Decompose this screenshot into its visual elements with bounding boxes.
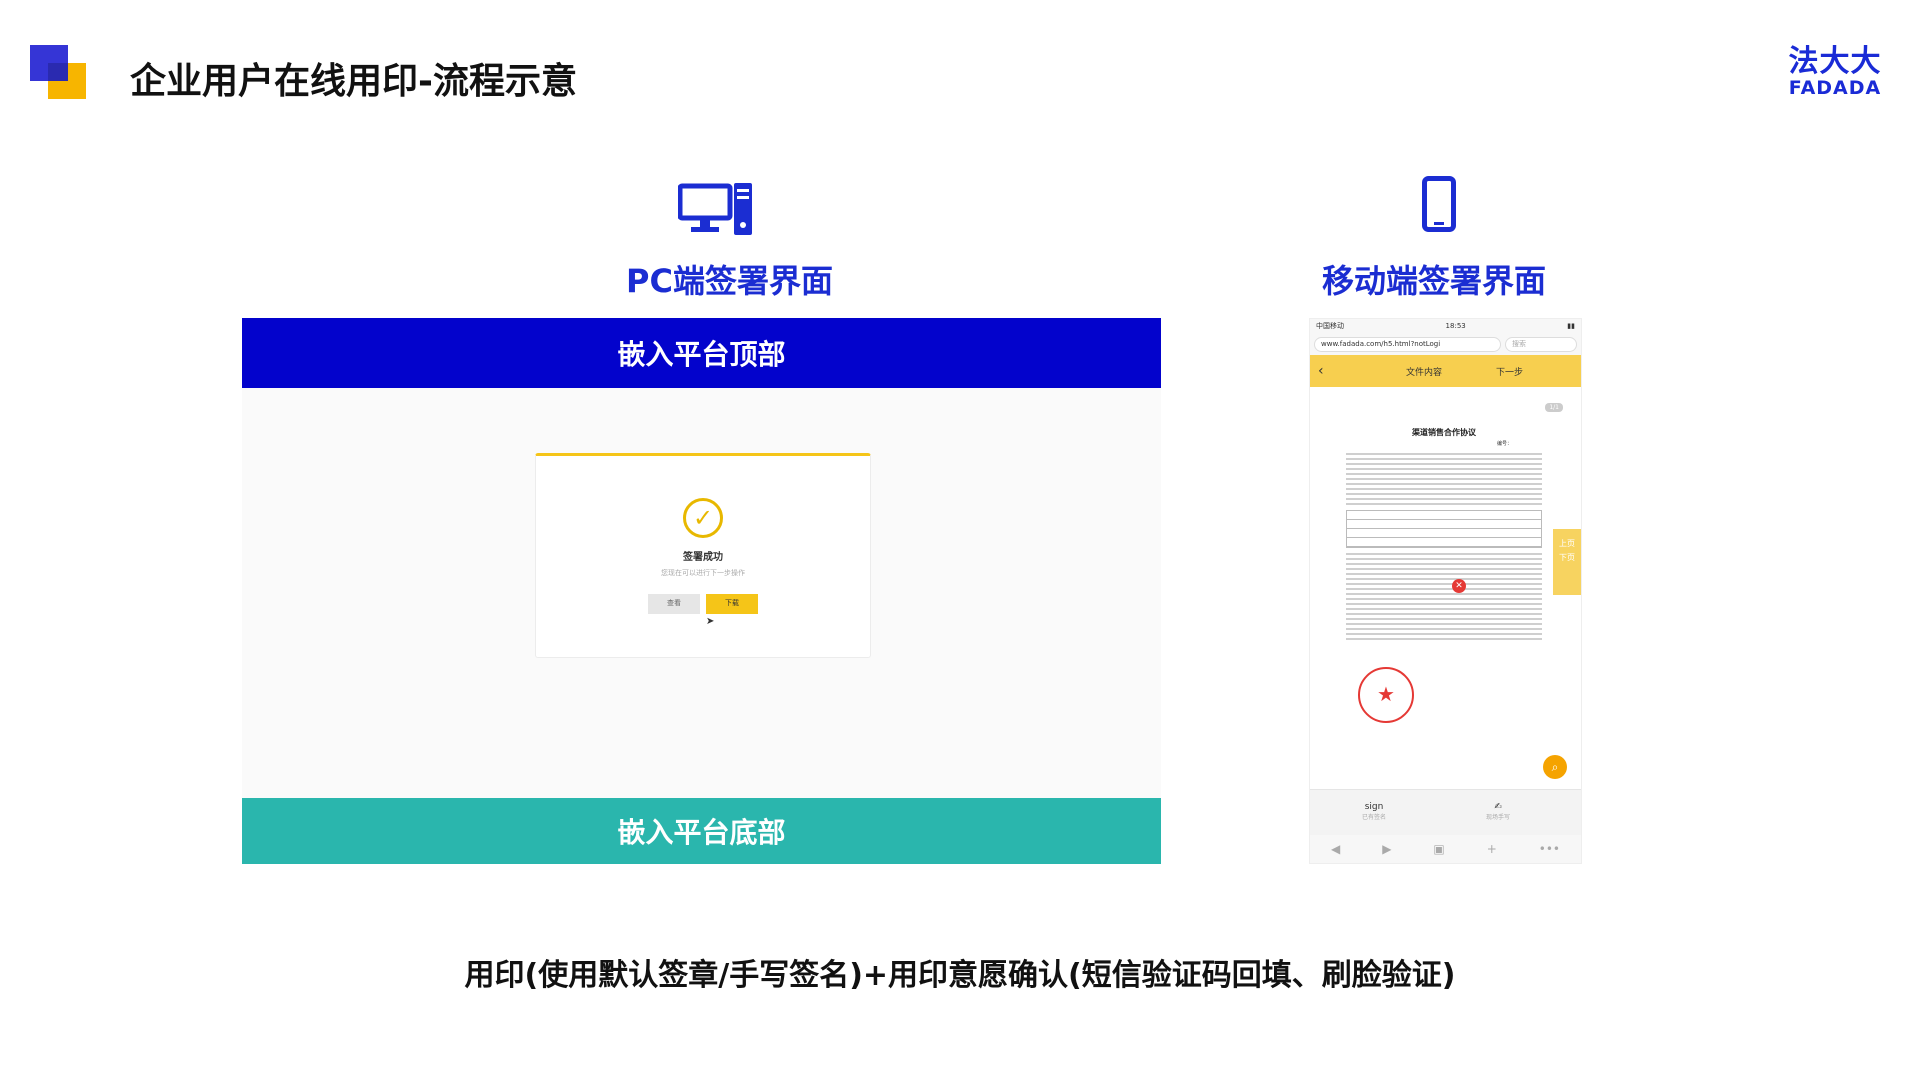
existing-signature-button[interactable]: sign 已有签名 bbox=[1362, 802, 1386, 821]
signing-success-dialog: ✓ 签署成功 您现在可以进行下一步操作 查看 下载 ➤ bbox=[535, 453, 871, 658]
browser-back-icon[interactable]: ◀ bbox=[1331, 842, 1340, 856]
mobile-phone-icon bbox=[1422, 176, 1456, 232]
browser-bottom-toolbar: ◀ ▶ ▣ + ••• bbox=[1310, 835, 1581, 863]
mobile-section-heading: 移动端签署界面 bbox=[1322, 262, 1547, 300]
embedded-platform-bottom-bar: 嵌入平台底部 bbox=[242, 798, 1161, 864]
view-button[interactable]: 查看 bbox=[648, 594, 700, 614]
pen-icon: ✍ bbox=[1494, 802, 1502, 812]
dialog-buttons: 查看 下载 bbox=[536, 594, 870, 614]
contract-document: 渠道销售合作协议 编号： ✕ ★ bbox=[1346, 427, 1542, 723]
brand-name-cn: 法大大 bbox=[1788, 44, 1882, 79]
carrier-label: 中国移动 bbox=[1316, 322, 1344, 330]
browser-url-bar: www.fadada.com/h5.html?notLogi 搜索 bbox=[1310, 333, 1581, 355]
tabs-icon[interactable]: ▣ bbox=[1433, 842, 1444, 856]
pc-section-heading: PC端签署界面 bbox=[626, 262, 833, 300]
embedded-platform-top-bar: 嵌入平台顶部 bbox=[242, 318, 1161, 388]
browser-forward-icon[interactable]: ▶ bbox=[1382, 842, 1391, 856]
mobile-signing-screen: 中国移动 18:53 ▮▮ www.fadada.com/h5.html?not… bbox=[1309, 318, 1582, 864]
process-caption: 用印(使用默认签章/手写签名)+用印意愿确认(短信验证码回填、刷脸验证) bbox=[464, 958, 1456, 993]
mobile-nav-bar: ‹ 文件内容 下一步 bbox=[1310, 355, 1581, 387]
handwrite-signature-button[interactable]: ✍ 现场手写 bbox=[1486, 802, 1510, 821]
signature-toolbar: sign 已有签名 ✍ 现场手写 bbox=[1310, 789, 1581, 837]
document-number-label: 编号： bbox=[1496, 441, 1512, 447]
battery-icon: ▮▮ bbox=[1567, 322, 1575, 330]
more-icon[interactable]: ••• bbox=[1539, 842, 1560, 856]
dialog-subtitle: 您现在可以进行下一步操作 bbox=[661, 569, 745, 577]
page-turn-tab[interactable]: 上页 下页 bbox=[1553, 529, 1581, 595]
document-title: 渠道销售合作协议 bbox=[1412, 428, 1476, 437]
pc-signing-screen: 嵌入平台顶部 ✓ 签署成功 您现在可以进行下一步操作 查看 下载 ➤ 嵌入平台底… bbox=[242, 318, 1161, 864]
url-field[interactable]: www.fadada.com/h5.html?notLogi bbox=[1314, 336, 1501, 352]
brand-logo: 法大大 FADADA bbox=[1785, 44, 1885, 99]
dialog-title: 签署成功 bbox=[683, 552, 723, 563]
nav-title: 文件内容 bbox=[1406, 367, 1443, 378]
check-circle-icon: ✓ bbox=[683, 498, 723, 538]
page-indicator: 1/1 bbox=[1545, 403, 1563, 412]
phone-status-bar: 中国移动 18:53 ▮▮ bbox=[1310, 319, 1581, 333]
remove-signature-icon[interactable]: ✕ bbox=[1452, 579, 1466, 593]
corner-logo-squares bbox=[30, 45, 90, 100]
add-icon[interactable]: + bbox=[1487, 842, 1497, 856]
document-table bbox=[1346, 510, 1542, 548]
next-step-button[interactable]: 下一步 bbox=[1496, 365, 1523, 378]
brand-name-en: FADADA bbox=[1788, 77, 1882, 99]
back-chevron-icon[interactable]: ‹ bbox=[1318, 363, 1324, 379]
existing-signature-label: 已有签名 bbox=[1362, 814, 1387, 821]
handwrite-label: 现场手写 bbox=[1486, 814, 1511, 821]
next-page-label[interactable]: 下页 bbox=[1553, 551, 1581, 565]
company-seal-stamp[interactable]: ★ bbox=[1358, 667, 1414, 723]
mouse-cursor-icon: ➤ bbox=[706, 616, 715, 627]
prev-page-label[interactable]: 上页 bbox=[1553, 537, 1581, 551]
sign-label: sign bbox=[1364, 802, 1384, 812]
status-time: 18:53 bbox=[1445, 322, 1466, 330]
page-title: 企业用户在线用印-流程示意 bbox=[130, 61, 577, 102]
desktop-computer-icon bbox=[678, 183, 752, 235]
zoom-magnifier-icon[interactable]: ⌕ bbox=[1543, 755, 1567, 779]
slide: 企业用户在线用印-流程示意 法大大 FADADA PC端签署界面 移动端签署界面… bbox=[0, 0, 1920, 1080]
download-button[interactable]: 下载 bbox=[706, 594, 758, 614]
browser-search-field[interactable]: 搜索 bbox=[1505, 336, 1577, 352]
